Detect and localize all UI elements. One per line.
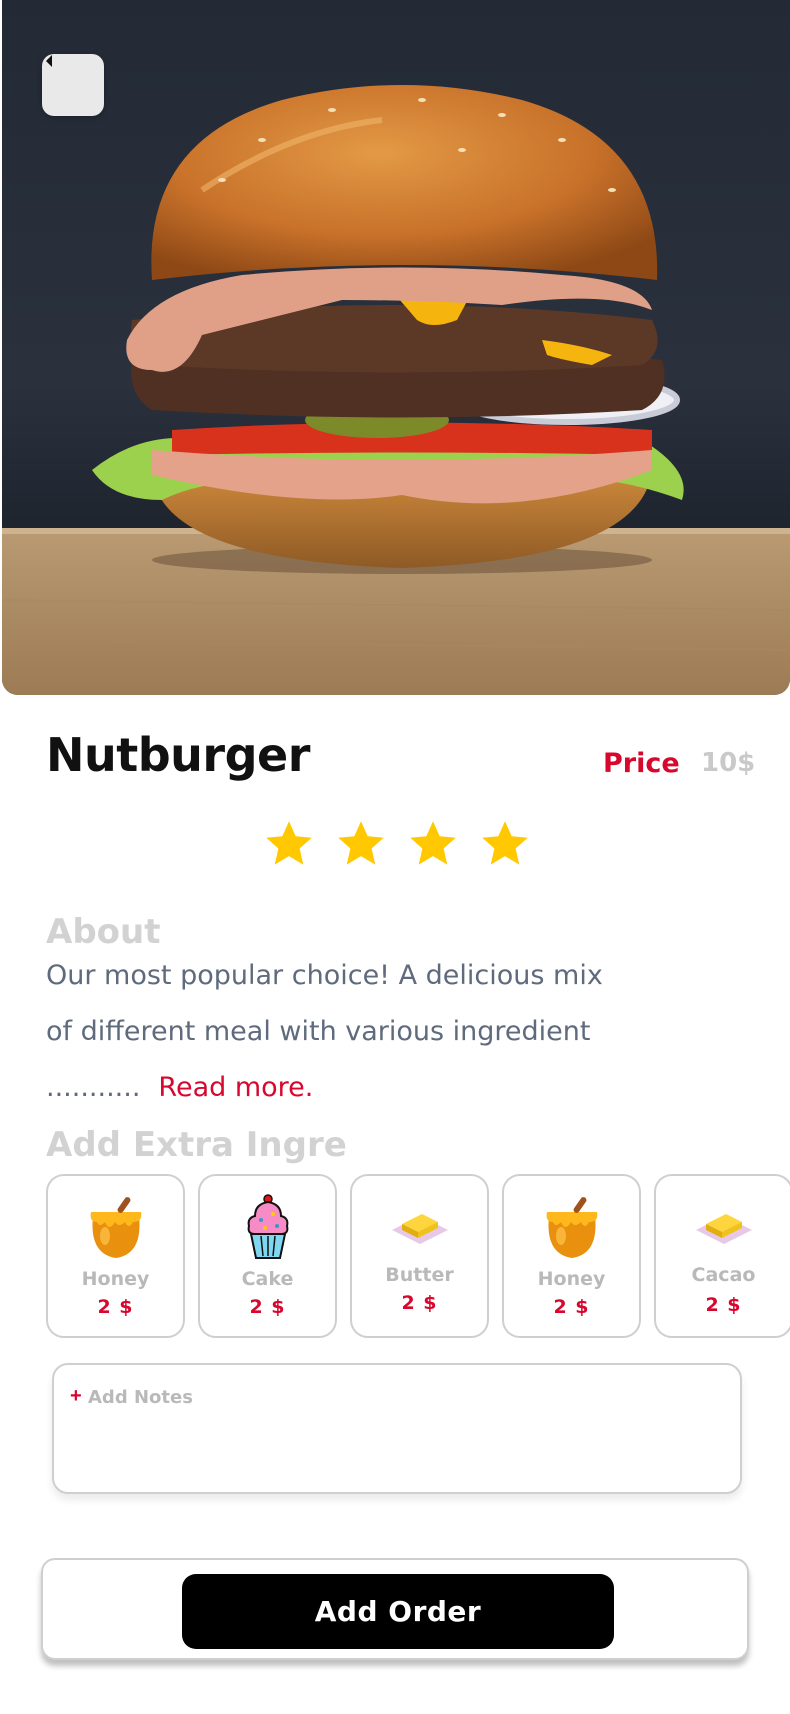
butter-icon: [695, 1214, 752, 1244]
about-heading: About: [46, 912, 161, 952]
extra-ingredients-list: Honey 2 $ Cake 2 $ Butter 2 $ Honey 2 $ …: [46, 1174, 790, 1338]
extras-heading: Add Extra Ingre: [46, 1125, 347, 1165]
ingredient-card-butter[interactable]: Butter 2 $: [350, 1174, 489, 1338]
read-more-link[interactable]: Read more.: [158, 1072, 313, 1103]
ingredient-name: Honey: [537, 1268, 606, 1290]
product-image: [2, 0, 790, 695]
honey-pot-icon: [546, 1197, 597, 1258]
honey-pot-icon: [90, 1197, 141, 1258]
ingredient-price: 2 $: [97, 1296, 134, 1318]
ingredient-name: Butter: [385, 1264, 454, 1286]
ingredient-price: 2 $: [249, 1296, 286, 1318]
about-text: Our most popular choice! A delicious mix…: [46, 960, 603, 1103]
ingredient-name: Honey: [81, 1268, 150, 1290]
ingredient-card-cake[interactable]: Cake 2 $: [198, 1174, 337, 1338]
notes-placeholder: Add Notes: [88, 1387, 193, 1408]
add-order-button[interactable]: Add Order: [182, 1574, 614, 1649]
star-icon: [482, 821, 528, 865]
ingredient-card-honey[interactable]: Honey 2 $: [46, 1174, 185, 1338]
bottom-action-bar: Add Order: [41, 1558, 749, 1660]
add-notes-plus-icon: +: [70, 1385, 82, 1407]
ingredient-price: 2 $: [553, 1296, 590, 1318]
cupcake-icon: [247, 1194, 288, 1259]
ingredient-price: 2 $: [401, 1292, 438, 1314]
ingredient-name: Cacao: [691, 1264, 756, 1286]
notes-field[interactable]: + Add Notes: [52, 1363, 742, 1494]
back-button[interactable]: [42, 54, 104, 116]
ingredient-name: Cake: [241, 1268, 294, 1290]
ingredient-card-cacao[interactable]: Cacao 2 $: [654, 1174, 790, 1338]
star-icon: [338, 821, 384, 865]
rating-stars: [262, 818, 532, 870]
price-label: Price: [603, 748, 680, 779]
ingredient-price: 2 $: [705, 1294, 742, 1316]
price-value: 10$: [701, 748, 756, 778]
product-title: Nutburger: [46, 728, 310, 782]
about-description: Our most popular choice! A delicious mix…: [46, 948, 626, 1116]
star-icon: [410, 821, 456, 865]
ingredient-card-honey[interactable]: Honey 2 $: [502, 1174, 641, 1338]
burger-photo: [2, 85, 790, 695]
butter-icon: [391, 1214, 448, 1244]
back-arrow-icon: [46, 55, 52, 67]
star-icon: [266, 821, 312, 865]
